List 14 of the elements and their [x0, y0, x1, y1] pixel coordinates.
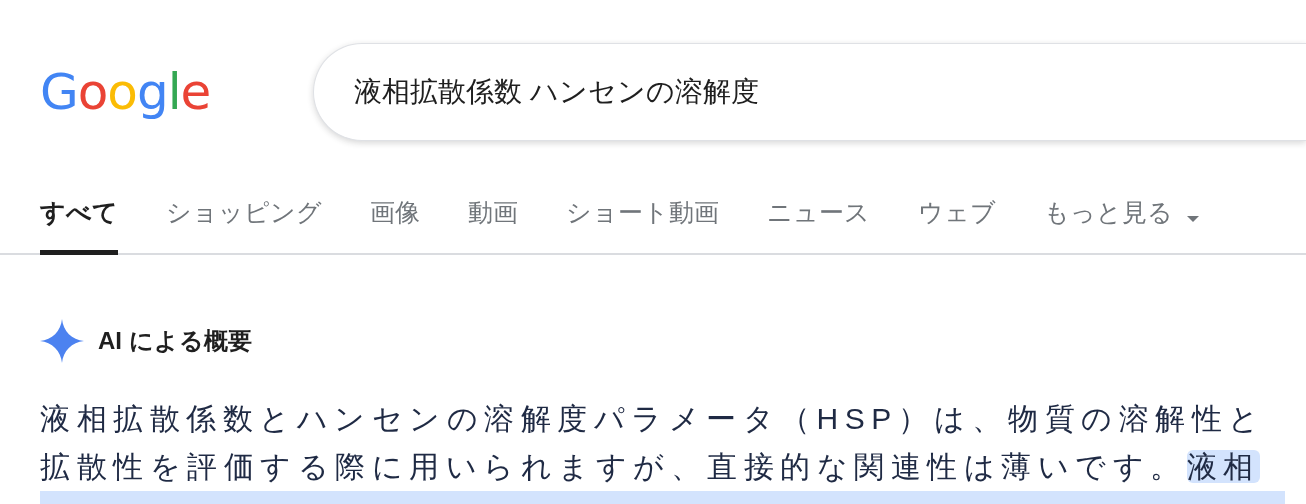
summary-text: 液相拡散係数とハンセンの溶解度パラメータ（HSP）は、物質の溶解性と拡散性を評価する際に用いられますが、直接的な関連性は薄いです。液相	[40, 401, 1267, 485]
tab[interactable]: ウェブ	[918, 186, 996, 255]
tab[interactable]: 動画	[468, 186, 518, 255]
section-title: AI による概要	[98, 326, 252, 356]
search-field[interactable]: 液相拡散係数 ハンセンの溶解度	[313, 43, 1306, 141]
tab[interactable]: もっと見る	[1044, 186, 1199, 255]
tab[interactable]: ショート動画	[566, 186, 719, 255]
caret-icon	[1187, 216, 1199, 222]
tab[interactable]: ショッピング	[166, 186, 322, 255]
tab[interactable]: すべて	[40, 186, 118, 255]
tab[interactable]: 画像	[370, 186, 420, 255]
tab[interactable]: ニュース	[767, 186, 870, 255]
sparkle-icon	[40, 319, 84, 363]
google-logo[interactable]: Google	[40, 63, 220, 121]
